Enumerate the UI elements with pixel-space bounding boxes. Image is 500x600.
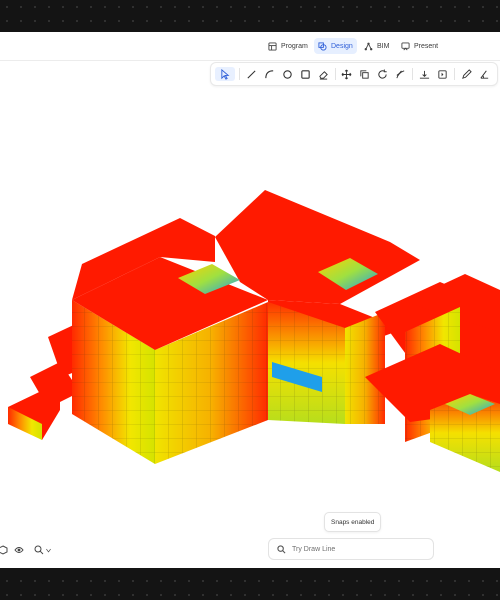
- command-placeholder: Try Draw Line: [292, 545, 336, 553]
- line-icon: [246, 69, 256, 79]
- mode-program-label: Program: [281, 42, 308, 50]
- mirror-icon: [437, 69, 447, 79]
- eye-icon: [14, 547, 24, 553]
- mode-present-tab[interactable]: Present: [397, 38, 442, 54]
- zoom-icon: [34, 545, 44, 555]
- mode-design-tab[interactable]: Design: [314, 38, 357, 54]
- toolbar-divider: [454, 68, 455, 80]
- building-heatmap-model: [8, 190, 500, 472]
- visibility-button[interactable]: [14, 544, 24, 556]
- angle-icon: [479, 70, 488, 79]
- app-window: Program Design BIM Present Snaps enabled…: [0, 32, 500, 568]
- angle-tool-button[interactable]: [477, 67, 491, 81]
- rectangle-icon: [300, 69, 310, 79]
- mode-present-label: Present: [414, 42, 439, 50]
- mode-bim-tab[interactable]: BIM: [360, 38, 393, 54]
- select-icon: [220, 68, 229, 80]
- snaps-status-label: Snaps enabled: [331, 518, 375, 526]
- drawing-toolbar: [210, 62, 498, 86]
- circle-icon: [282, 69, 292, 79]
- snaps-status-badge: Snaps enabled: [324, 512, 382, 532]
- scale-icon: [395, 69, 404, 78]
- pencil-tool-button[interactable]: [459, 67, 473, 81]
- pencil-icon: [461, 68, 472, 79]
- eraser-icon: [318, 70, 328, 80]
- rotate-tool-button[interactable]: [375, 67, 389, 81]
- 3d-viewport[interactable]: [0, 86, 500, 556]
- table-icon: [268, 41, 277, 51]
- align-icon: [419, 70, 429, 79]
- chevron-down-icon: [46, 548, 51, 552]
- eraser-tool-button[interactable]: [316, 67, 330, 81]
- mode-bim-label: BIM: [377, 42, 390, 50]
- toolbar-divider: [335, 68, 336, 80]
- mirror-tool-button[interactable]: [435, 67, 449, 81]
- command-search-input[interactable]: Try Draw Line: [268, 538, 434, 560]
- mode-program-tab[interactable]: Program: [264, 38, 312, 54]
- search-icon: [277, 544, 286, 553]
- mode-design-label: Design: [331, 42, 353, 50]
- select-tool-button[interactable]: [215, 67, 235, 81]
- arc-tool-button[interactable]: [262, 67, 276, 81]
- cube-view-button[interactable]: [0, 544, 8, 556]
- circle-tool-button[interactable]: [280, 67, 294, 81]
- zoom-menu-button[interactable]: [34, 544, 52, 556]
- copy-tool-button[interactable]: [357, 67, 371, 81]
- mode-bar: Program Design BIM Present: [0, 32, 500, 61]
- move-icon: [341, 69, 351, 79]
- toolbar-divider: [239, 68, 240, 80]
- rectangle-tool-button[interactable]: [298, 67, 312, 81]
- network-icon: [364, 42, 373, 50]
- scale-tool-button[interactable]: [393, 67, 407, 81]
- rotate-icon: [377, 68, 387, 79]
- toolbar-divider: [412, 68, 413, 80]
- move-tool-button[interactable]: [339, 67, 353, 81]
- line-tool-button[interactable]: [244, 67, 258, 81]
- shapes-icon: [318, 41, 327, 51]
- copy-icon: [359, 69, 369, 79]
- cube-icon: [0, 545, 8, 555]
- presentation-icon: [401, 41, 410, 50]
- arc-icon: [264, 69, 273, 78]
- align-tool-button[interactable]: [417, 67, 431, 81]
